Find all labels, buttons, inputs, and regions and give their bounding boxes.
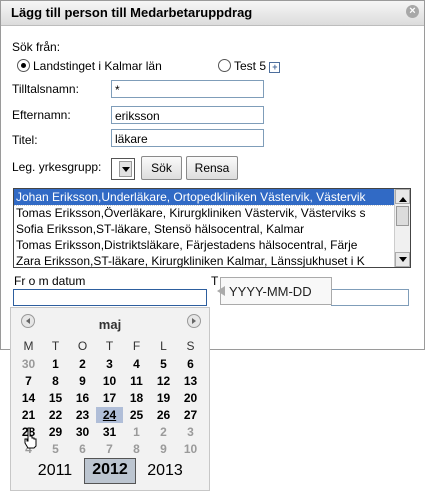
radio-landstinget[interactable]: Landstinget i Kalmar län bbox=[17, 59, 162, 73]
weekday-header: S bbox=[186, 339, 195, 353]
calendar-header: maj bbox=[11, 308, 209, 342]
calendar-day[interactable]: 4 bbox=[123, 356, 150, 372]
weekday-header: T bbox=[105, 339, 114, 353]
calendar-day[interactable]: 23 bbox=[69, 407, 96, 423]
dialog-titlebar: Lägg till person till Medarbetaruppdrag … bbox=[1, 1, 424, 26]
calendar-day[interactable]: 6 bbox=[177, 356, 204, 372]
dialog-title: Lägg till person till Medarbetaruppdrag bbox=[11, 5, 253, 20]
calendar-day[interactable]: 7 bbox=[96, 441, 123, 457]
radio-landstinget-label: Landstinget i Kalmar län bbox=[33, 59, 162, 73]
scroll-down-icon[interactable] bbox=[395, 252, 410, 267]
calendar-day[interactable]: 2 bbox=[69, 356, 96, 372]
scroll-up-icon[interactable] bbox=[395, 189, 410, 204]
weekday-header: T bbox=[51, 339, 60, 353]
scroll-thumb[interactable] bbox=[396, 206, 409, 226]
expand-plus-icon[interactable]: + bbox=[269, 62, 281, 73]
first-name-label: Tilltalsnamn: bbox=[12, 82, 79, 96]
calendar-day[interactable]: 15 bbox=[42, 390, 69, 406]
year-option-selected[interactable]: 2012 bbox=[84, 458, 136, 484]
calendar-day[interactable]: 6 bbox=[69, 441, 96, 457]
calendar-day[interactable]: 22 bbox=[42, 407, 69, 423]
calendar-day[interactable]: 10 bbox=[96, 373, 123, 389]
calendar-day[interactable]: 17 bbox=[96, 390, 123, 406]
radio-unselected-icon[interactable] bbox=[218, 59, 231, 72]
from-date-label: Fr o m datum bbox=[14, 274, 86, 288]
calendar-day[interactable]: 1 bbox=[123, 424, 150, 440]
calendar-day[interactable]: 5 bbox=[150, 356, 177, 372]
calendar-day[interactable]: 1 bbox=[42, 356, 69, 372]
calendar-day[interactable]: 10 bbox=[177, 441, 204, 457]
calendar-day[interactable]: 30 bbox=[69, 424, 96, 440]
weekday-header: O bbox=[77, 339, 88, 353]
year-option[interactable]: 2013 bbox=[139, 462, 191, 480]
add-person-dialog: Lägg till person till Medarbetaruppdrag … bbox=[0, 0, 425, 350]
calendar-day[interactable]: 3 bbox=[177, 424, 204, 440]
calendar-day[interactable]: 2 bbox=[150, 424, 177, 440]
calendar-day[interactable]: 19 bbox=[150, 390, 177, 406]
dropdown-arrow-icon[interactable] bbox=[119, 161, 132, 177]
year-option[interactable]: 2011 bbox=[29, 462, 81, 480]
clear-button[interactable]: Rensa bbox=[186, 156, 238, 180]
calendar-day[interactable]: 24 bbox=[96, 407, 123, 423]
profession-label: Leg. yrkesgrupp: bbox=[12, 160, 102, 174]
results-list[interactable]: Johan Eriksson,Underläkare, Ortopedklini… bbox=[13, 188, 411, 268]
calendar-day[interactable]: 8 bbox=[42, 373, 69, 389]
calendar-day[interactable]: 14 bbox=[15, 390, 42, 406]
calendar-day[interactable]: 16 bbox=[69, 390, 96, 406]
title-input[interactable]: läkare bbox=[111, 129, 264, 147]
list-item[interactable]: Tomas Eriksson,Överläkare, Kirurgklinike… bbox=[14, 205, 410, 221]
list-item[interactable]: Zara Eriksson,ST-läkare, Kirurgkliniken … bbox=[14, 253, 410, 267]
list-item[interactable]: Tomas Eriksson,Distriktsläkare, Färjesta… bbox=[14, 237, 410, 253]
calendar-day[interactable]: 8 bbox=[123, 441, 150, 457]
calendar-day[interactable]: 20 bbox=[177, 390, 204, 406]
list-scrollbar[interactable] bbox=[394, 189, 410, 267]
calendar-day[interactable]: 5 bbox=[42, 441, 69, 457]
calendar-day[interactable]: 9 bbox=[69, 373, 96, 389]
profession-select[interactable] bbox=[111, 158, 135, 180]
radio-test5-label: Test 5 bbox=[234, 59, 267, 73]
search-from-label: Sök från: bbox=[12, 40, 61, 54]
close-icon[interactable]: × bbox=[406, 5, 419, 18]
calendar-day[interactable]: 11 bbox=[123, 373, 150, 389]
calendar-day[interactable]: 9 bbox=[150, 441, 177, 457]
calendar-day[interactable]: 29 bbox=[42, 424, 69, 440]
calendar-day[interactable]: 26 bbox=[150, 407, 177, 423]
radio-selected-icon[interactable] bbox=[17, 59, 30, 72]
calendar-day[interactable]: 13 bbox=[177, 373, 204, 389]
calendar-day[interactable]: 12 bbox=[150, 373, 177, 389]
to-date-input[interactable] bbox=[331, 289, 409, 306]
last-name-input[interactable]: eriksson bbox=[111, 106, 264, 124]
calendar-day[interactable]: 18 bbox=[123, 390, 150, 406]
from-date-input[interactable] bbox=[13, 289, 207, 306]
last-name-label: Efternamn: bbox=[12, 108, 71, 122]
list-item[interactable]: Johan Eriksson,Underläkare, Ortopedklini… bbox=[14, 189, 410, 206]
weekday-header: F bbox=[132, 339, 141, 353]
calendar-month: maj bbox=[98, 317, 122, 332]
first-name-input[interactable]: * bbox=[111, 80, 264, 98]
date-format-tooltip: YYYY-MM-DD bbox=[217, 277, 332, 305]
calendar-day[interactable]: 3 bbox=[96, 356, 123, 372]
search-button[interactable]: Sök bbox=[141, 156, 182, 180]
radio-test5[interactable]: Test 5 + bbox=[218, 59, 281, 73]
calendar-day[interactable]: 27 bbox=[177, 407, 204, 423]
calendar-day[interactable]: 7 bbox=[15, 373, 42, 389]
calendar-day[interactable]: 25 bbox=[123, 407, 150, 423]
hand-cursor-icon bbox=[24, 427, 37, 449]
year-selector: 2011 2012 2013 bbox=[11, 456, 209, 490]
date-picker: maj M T O T F L S 30 1 2 3 4 5 6 7 8 9 10 11 12 13 14 15 16 17 18… bbox=[10, 307, 210, 491]
list-item[interactable]: Sofia Eriksson,ST-läkare, Stensö hälsoce… bbox=[14, 221, 410, 237]
weekday-header: M bbox=[23, 339, 34, 353]
title-label: Titel: bbox=[12, 133, 38, 147]
calendar-day[interactable]: 31 bbox=[96, 424, 123, 440]
calendar-day[interactable]: 21 bbox=[15, 407, 42, 423]
next-month-icon[interactable] bbox=[187, 314, 201, 328]
weekday-header: L bbox=[160, 339, 167, 353]
calendar-day[interactable]: 30 bbox=[15, 356, 42, 372]
